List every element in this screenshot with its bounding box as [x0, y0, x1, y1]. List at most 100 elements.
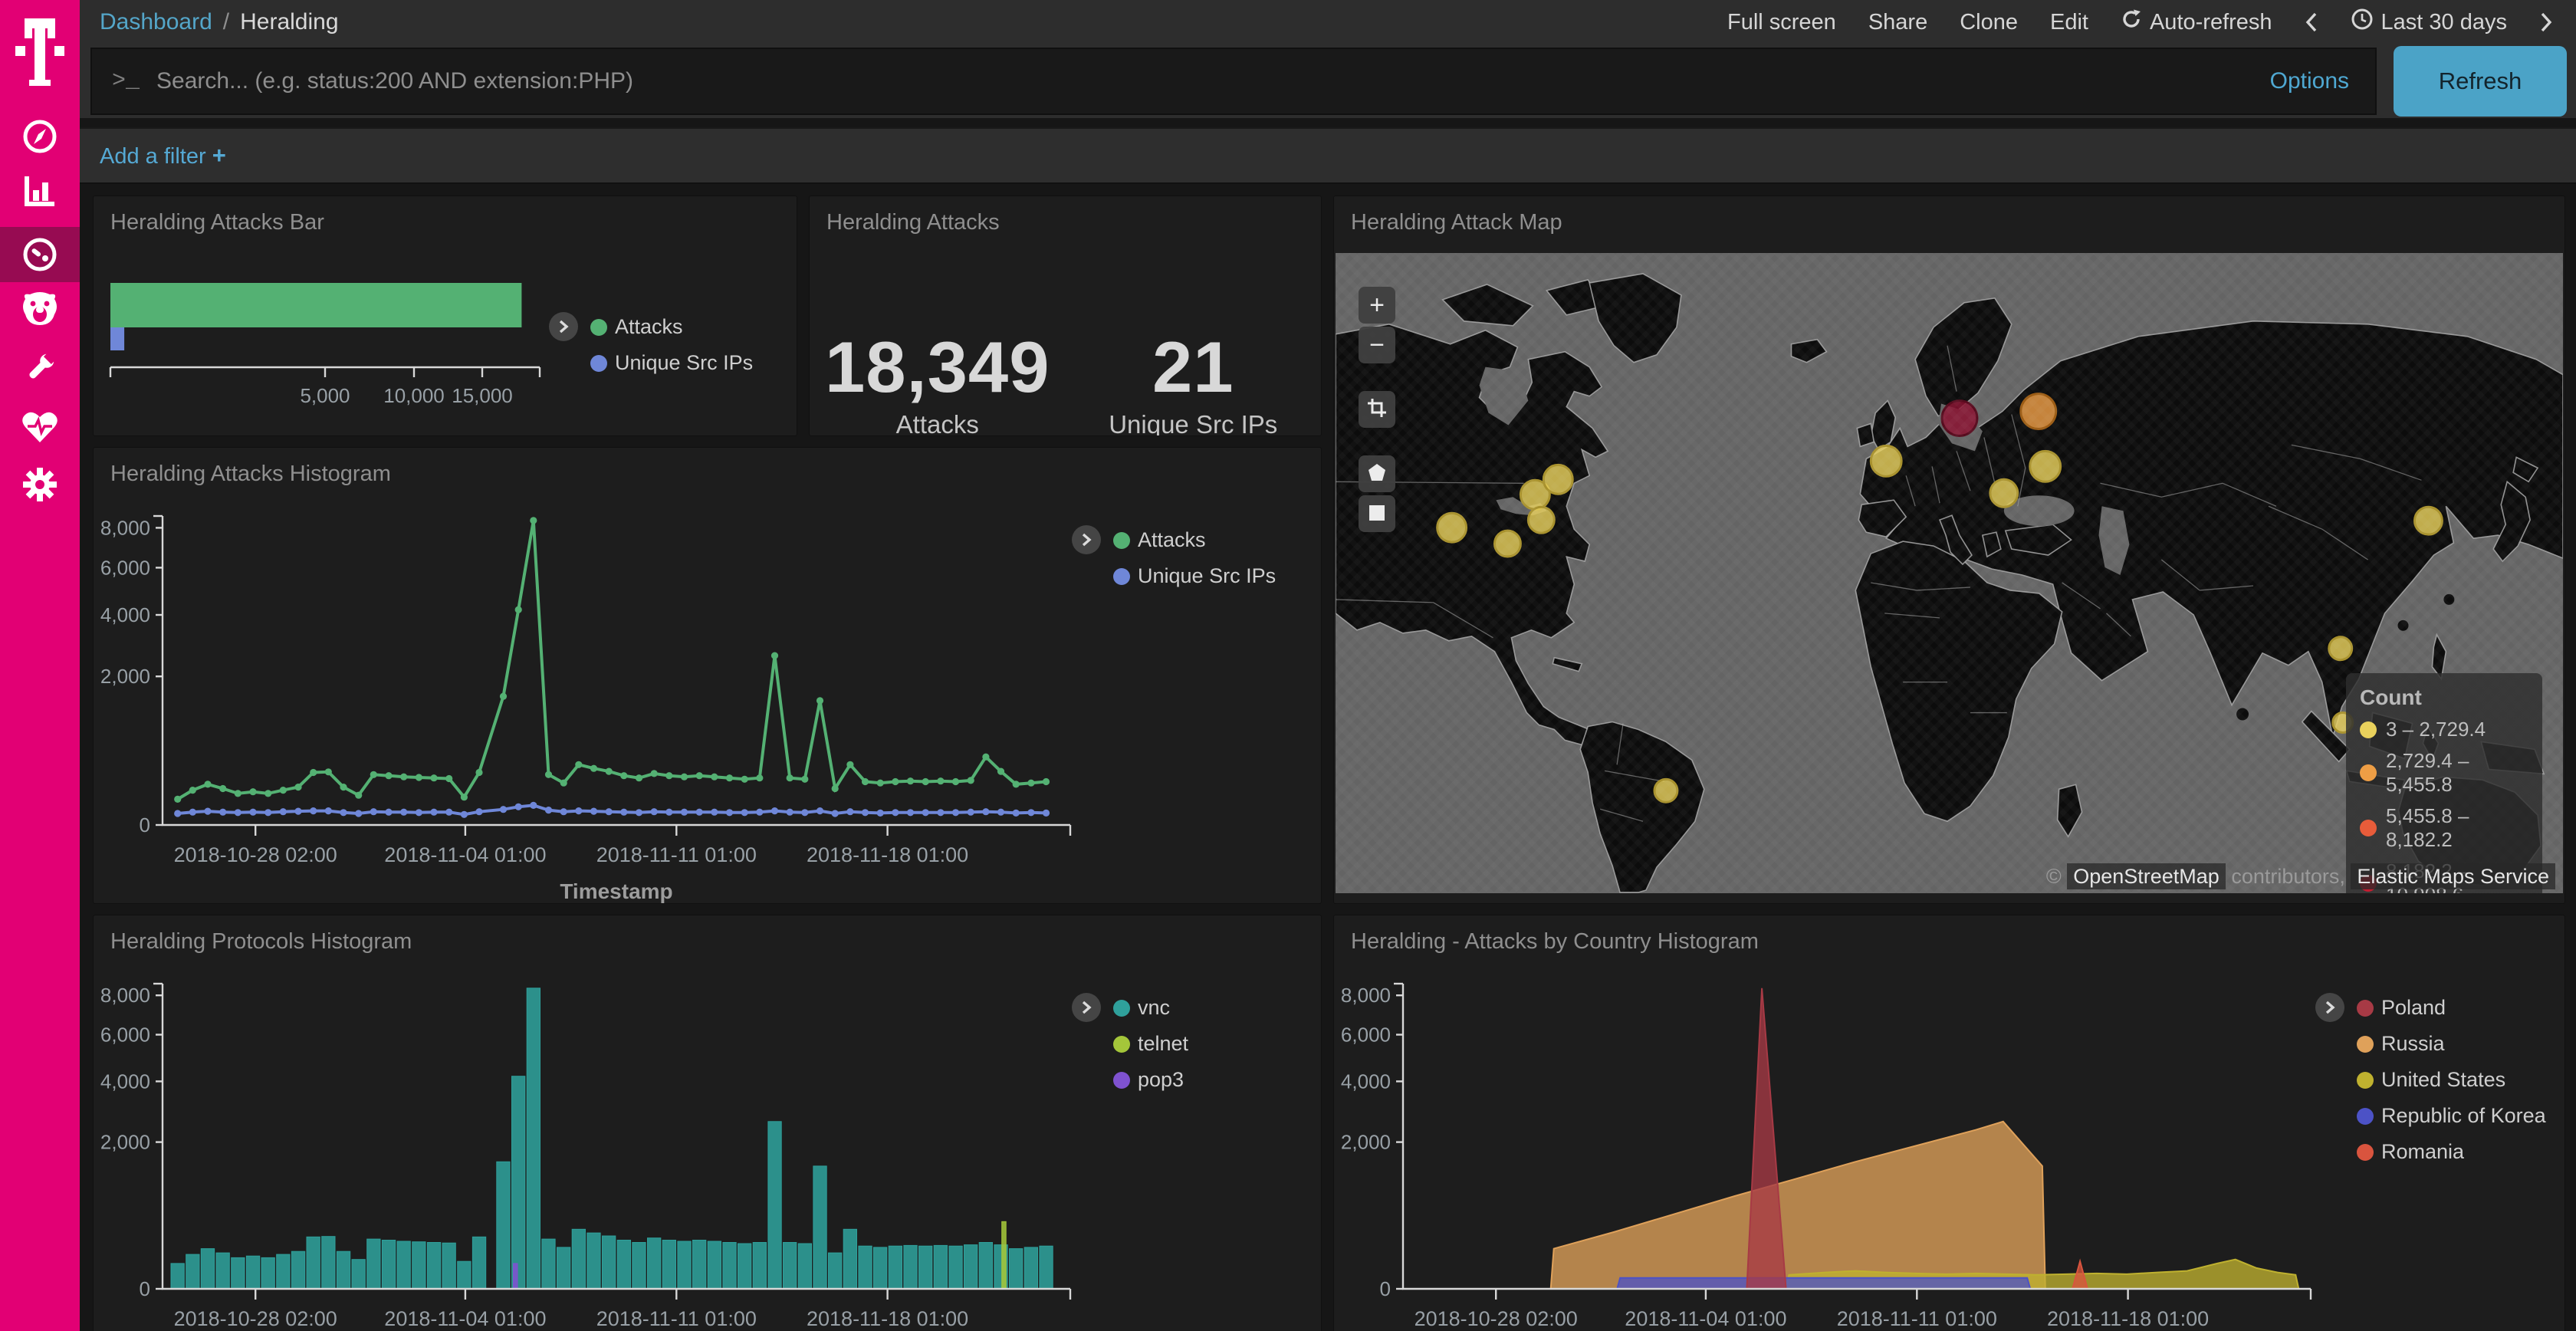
lion-icon [21, 291, 59, 327]
breadcrumb-separator: / [223, 9, 229, 35]
sidebar-item-monitoring[interactable] [0, 399, 80, 455]
zoom-out-button[interactable]: − [1359, 327, 1395, 363]
legend-color-dot [1113, 1000, 1130, 1017]
svg-text:8,000: 8,000 [1341, 984, 1391, 1007]
legend-item-proto-2[interactable]: pop3 [1113, 1068, 1188, 1092]
ems-link[interactable]: Elastic Maps Service [2351, 863, 2555, 889]
sidebar-item-devtools[interactable] [0, 340, 80, 396]
legend-item-line-1[interactable]: Unique Src IPs [1113, 564, 1276, 588]
clone-button[interactable]: Clone [1960, 10, 2018, 35]
map-legend-range: 3 – 2,729.4 [2360, 718, 2528, 741]
full-screen-button[interactable]: Full screen [1727, 10, 1836, 35]
sidebar-item-visualize[interactable] [0, 163, 80, 219]
svg-text:2018-10-28 02:00: 2018-10-28 02:00 [1414, 1307, 1578, 1330]
legend-item-line-0[interactable]: Attacks [1113, 528, 1276, 552]
legend-color-dot [1113, 1036, 1130, 1053]
svg-text:5,000: 5,000 [300, 384, 350, 407]
svg-text:0: 0 [140, 813, 150, 836]
svg-text:2,000: 2,000 [100, 665, 150, 688]
svg-text:2018-11-04 01:00: 2018-11-04 01:00 [384, 1307, 546, 1330]
telekom-logo[interactable] [0, 17, 80, 94]
map-legend-range: 5,455.8 – 8,182.2 [2360, 804, 2528, 852]
heartbeat-icon [21, 410, 58, 444]
svg-text:0: 0 [140, 1277, 150, 1300]
legend-color-dot [590, 319, 607, 336]
legend-item-country-4[interactable]: Romania [2357, 1140, 2546, 1164]
legend-color-dot [1113, 532, 1130, 549]
sidebar-item-management[interactable] [0, 457, 80, 512]
legend-color-dot [1113, 1072, 1130, 1089]
search-bar: >_ Options [90, 48, 2377, 115]
options-link[interactable]: Options [2270, 68, 2349, 94]
svg-text:2,000: 2,000 [100, 1131, 150, 1154]
edit-button[interactable]: Edit [2050, 10, 2088, 35]
auto-refresh-button[interactable]: Auto-refresh [2121, 8, 2272, 36]
refresh-cycle-icon [2121, 8, 2142, 36]
svg-text:2018-11-04 01:00: 2018-11-04 01:00 [1625, 1307, 1786, 1330]
time-forward-button[interactable] [2539, 12, 2553, 33]
legend-item-country-2[interactable]: United States [2357, 1068, 2546, 1092]
svg-text:0: 0 [1380, 1277, 1391, 1300]
sidebar-item-dashboard[interactable] [0, 227, 80, 282]
sidebar-item-discover[interactable] [0, 109, 80, 164]
polygon-button[interactable] [1359, 455, 1395, 492]
legend-color-dot [2357, 1000, 2374, 1017]
refresh-button[interactable]: Refresh [2394, 46, 2567, 117]
zoom-in-button[interactable]: + [1359, 287, 1395, 324]
wrench-icon [22, 350, 58, 386]
legend-toggle[interactable] [2315, 993, 2344, 1022]
legend-toggle[interactable] [1072, 525, 1101, 554]
zoom-out-icon: − [1369, 328, 1385, 362]
time-range-picker[interactable]: Last 30 days [2351, 8, 2507, 37]
panel-attacks-bar: Heralding Attacks Bar 5,00010,00015,000 … [94, 196, 797, 435]
svg-text:2018-10-28 02:00: 2018-10-28 02:00 [174, 1307, 337, 1330]
attack-map[interactable]: +− Count3 – 2,729.42,729.4 – 5,455.85,45… [1336, 253, 2563, 893]
legend-color-dot [2357, 1072, 2374, 1089]
svg-text:8,000: 8,000 [100, 516, 150, 539]
time-back-button[interactable] [2305, 12, 2318, 33]
svg-text:4,000: 4,000 [100, 603, 150, 626]
map-legend-title: Count [2360, 685, 2528, 710]
legend: Poland Russia United States Republic of Kor… [2357, 996, 2546, 1176]
panel-title: Heralding Attacks Histogram [94, 448, 1321, 493]
panel-title: Heralding Attacks Bar [94, 196, 797, 242]
breadcrumb-current: Heralding [240, 9, 338, 35]
legend-item-country-3[interactable]: Republic of Korea [2357, 1104, 2546, 1128]
legend-item-bar-1[interactable]: Unique Src IPs [590, 351, 753, 375]
svg-text:2018-10-28 02:00: 2018-10-28 02:00 [174, 843, 337, 866]
panel-protocols-histogram: Heralding Protocols Histogram 02,0004,00… [94, 915, 1321, 1331]
svg-text:2018-11-18 01:00: 2018-11-18 01:00 [2047, 1307, 2209, 1330]
rectangle-button[interactable] [1359, 495, 1395, 532]
svg-text:4,000: 4,000 [1341, 1070, 1391, 1093]
legend-color-dot [1113, 568, 1130, 585]
crop-button[interactable] [1359, 391, 1395, 428]
range-color-dot [2360, 764, 2377, 781]
breadcrumb-dashboard-link[interactable]: Dashboard [100, 9, 212, 35]
legend-toggle[interactable] [1072, 993, 1101, 1022]
svg-text:10,000: 10,000 [383, 384, 445, 407]
query-prompt-icon: >_ [112, 68, 140, 94]
svg-text:2018-11-11 01:00: 2018-11-11 01:00 [596, 843, 757, 866]
legend-item-proto-0[interactable]: vnc [1113, 996, 1188, 1020]
legend: Attacks Unique Src IPs [1113, 528, 1276, 600]
svg-text:6,000: 6,000 [100, 1024, 150, 1047]
legend-item-proto-1[interactable]: telnet [1113, 1032, 1188, 1056]
legend-item-country-0[interactable]: Poland [2357, 996, 2546, 1020]
legend-item-bar-0[interactable]: Attacks [590, 315, 753, 339]
gear-icon [22, 467, 58, 502]
map-legend: Count3 – 2,729.42,729.4 – 5,455.85,455.8… [2346, 673, 2542, 893]
search-input[interactable] [156, 68, 2270, 94]
panel-title: Heralding Attacks [810, 196, 1321, 242]
add-filter-link[interactable]: Add a filter + [100, 142, 226, 169]
sidebar-item-timelion[interactable] [0, 281, 80, 337]
osm-link[interactable]: OpenStreetMap [2067, 863, 2226, 889]
svg-text:2018-11-18 01:00: 2018-11-18 01:00 [807, 1307, 968, 1330]
panel-title: Heralding - Attacks by Country Histogram [1334, 915, 2564, 961]
map-controls: +− [1359, 287, 1395, 535]
main-area: Dashboard / Heralding Full screen Share … [80, 0, 2576, 1331]
legend-item-country-1[interactable]: Russia [2357, 1032, 2546, 1056]
legend-toggle[interactable] [549, 312, 578, 341]
svg-text:2,000: 2,000 [1341, 1131, 1391, 1154]
compass-icon [22, 119, 58, 154]
share-button[interactable]: Share [1868, 10, 1927, 35]
